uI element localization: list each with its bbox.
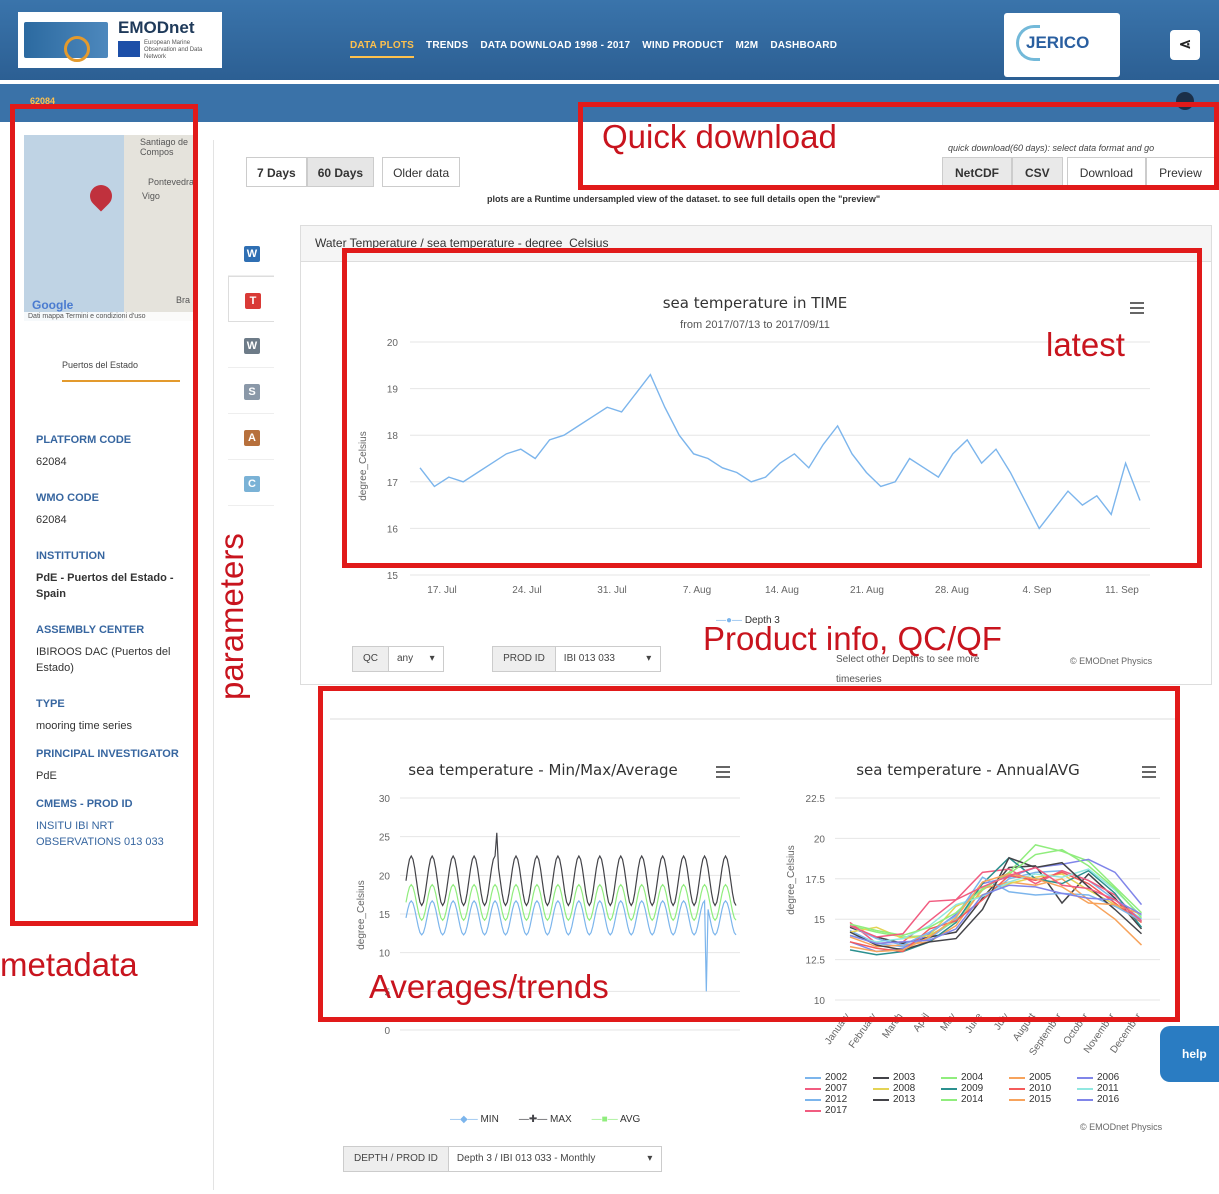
legend-item-2005[interactable]: 2005	[1009, 1072, 1077, 1083]
emodnet-logo[interactable]: EMODnet European Marine Observation and …	[18, 12, 222, 68]
legend-item-2016[interactable]: 2016	[1077, 1094, 1145, 1105]
caret-down-icon: ▾	[637, 647, 660, 671]
nav-data-plots[interactable]: DATA PLOTS	[350, 40, 415, 58]
credit-text[interactable]: © EMODnet Physics	[1070, 656, 1152, 666]
x-tick-label: 7. Aug	[683, 585, 711, 596]
qc-value: any	[389, 647, 422, 671]
param-tab-w2[interactable]: W	[228, 322, 274, 368]
caret-down-icon: ▾	[421, 647, 444, 671]
range-60-days-button[interactable]: 60 Days	[306, 157, 375, 187]
legend-max[interactable]: —✚— MAX	[519, 1114, 572, 1125]
quick-download-annotation: Quick download	[602, 118, 837, 155]
legend-avg[interactable]: —■— AVG	[592, 1114, 641, 1125]
x-tick-label: 28. Aug	[935, 585, 969, 596]
annual-avg-legend: 2002 2003 2004 2005 2006 2007 2008 2009 2010 2011…	[805, 1072, 1145, 1116]
min-max-avg-legend: —◆— MIN —✚— MAX —■— AVG	[450, 1114, 640, 1125]
x-tick-label: 31. Jul	[597, 585, 626, 596]
share-icon[interactable]: ⋖	[1170, 30, 1200, 60]
legend-item-2013[interactable]: 2013	[873, 1094, 941, 1105]
parameters-annotation: parameters	[213, 533, 250, 700]
range-7-days-button[interactable]: 7 Days	[246, 157, 307, 187]
legend-item-2014[interactable]: 2014	[941, 1094, 1009, 1105]
qc-select[interactable]: QC any ▾	[352, 646, 445, 672]
main-nav: DATA PLOTS TRENDS DATA DOWNLOAD 1998 - 2…	[350, 40, 837, 58]
legend-item-2004[interactable]: 2004	[941, 1072, 1009, 1083]
depth-value: Depth 3 / IBI 013 033 - Monthly	[448, 1147, 639, 1171]
x-tick-label: 17. Jul	[427, 585, 456, 596]
prod-id-select[interactable]: PROD ID IBI 013 033 ▾	[492, 646, 661, 672]
legend-item-2007[interactable]: 2007	[805, 1083, 873, 1094]
legend-item-2012[interactable]: 2012	[805, 1094, 873, 1105]
product-info-annotation: Product info, QC/QF	[703, 620, 1002, 657]
metadata-highlight	[10, 104, 198, 926]
logo-subtitle: European Marine Observation and Data Net…	[144, 40, 203, 60]
x-tick-label: 14. Aug	[765, 585, 799, 596]
jerico-logo[interactable]: JERICO	[1004, 13, 1120, 77]
legend-item-2015[interactable]: 2015	[1009, 1094, 1077, 1105]
metadata-annotation: metadata	[0, 946, 138, 983]
logo-graphic	[24, 22, 108, 62]
param-tab-w[interactable]: W	[228, 230, 274, 276]
help-button[interactable]: help	[1160, 1026, 1219, 1082]
credit-text[interactable]: © EMODnet Physics	[1080, 1122, 1162, 1132]
legend-item-2011[interactable]: 2011	[1077, 1083, 1145, 1094]
qc-label: QC	[353, 647, 389, 671]
nav-m2m[interactable]: M2M	[736, 40, 759, 58]
eu-flag-icon	[118, 41, 140, 57]
plots-note: plots are a Runtime undersampled view of…	[487, 194, 881, 204]
range-selector: 7 Days 60 Days Older data	[246, 157, 461, 187]
legend-item-2008[interactable]: 2008	[873, 1083, 941, 1094]
legend-item-2009[interactable]: 2009	[941, 1083, 1009, 1094]
caret-down-icon: ▾	[638, 1147, 661, 1171]
legend-item-2010[interactable]: 2010	[1009, 1083, 1077, 1094]
prod-id-value: IBI 013 033	[555, 647, 638, 671]
param-tab-a[interactable]: A	[228, 414, 274, 460]
legend-item-2017[interactable]: 2017	[805, 1105, 873, 1116]
older-data-button[interactable]: Older data	[382, 157, 461, 187]
averages-annotation: Averages/trends	[369, 968, 609, 1005]
param-w2-icon: W	[244, 338, 260, 354]
param-tab-s[interactable]: S	[228, 368, 274, 414]
x-tick-label: 24. Jul	[512, 585, 541, 596]
depth-prod-select[interactable]: DEPTH / PROD ID Depth 3 / IBI 013 033 - …	[343, 1146, 662, 1172]
top-bar: EMODnet European Marine Observation and …	[0, 0, 1219, 80]
legend-min[interactable]: —◆— MIN	[450, 1114, 499, 1125]
x-tick-label: 11. Sep	[1105, 585, 1139, 596]
param-t-icon: T	[245, 293, 261, 309]
logo-title: EMODnet	[118, 18, 195, 37]
latest-annotation: latest	[1046, 326, 1125, 363]
legend-item-2002[interactable]: 2002	[805, 1072, 873, 1083]
legend-item-2003[interactable]: 2003	[873, 1072, 941, 1083]
param-s-icon: S	[244, 384, 260, 400]
nav-dashboard[interactable]: DASHBOARD	[770, 40, 837, 58]
y-tick-label: 0	[384, 1026, 390, 1037]
depth-label: DEPTH / PROD ID	[344, 1147, 449, 1171]
param-a-icon: A	[244, 430, 260, 446]
nav-trends[interactable]: TRENDS	[426, 40, 468, 58]
legend-item-2006[interactable]: 2006	[1077, 1072, 1145, 1083]
latest-highlight	[342, 248, 1202, 568]
nav-wind-product[interactable]: WIND PRODUCT	[642, 40, 723, 58]
prod-id-label: PROD ID	[493, 647, 556, 671]
x-tick-label: 4. Sep	[1023, 585, 1052, 596]
nav-data-download[interactable]: DATA DOWNLOAD 1998 - 2017	[480, 40, 630, 58]
param-w-icon: W	[244, 246, 260, 262]
qc-controls: QC any ▾ PROD ID IBI 013 033 ▾	[352, 646, 661, 672]
y-tick-label: 15	[387, 571, 399, 582]
param-tab-t[interactable]: T	[228, 276, 274, 322]
x-tick-label: 21. Aug	[850, 585, 884, 596]
